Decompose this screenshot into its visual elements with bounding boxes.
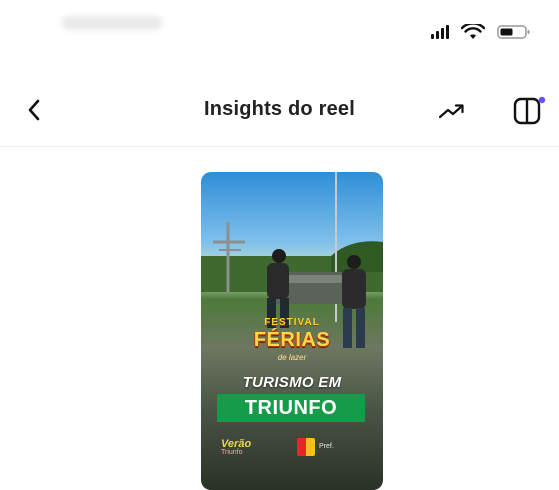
signal-icon: [431, 25, 449, 39]
trending-up-icon: [438, 104, 464, 119]
status-time-blurred: [62, 16, 162, 30]
reel-banner: TRIUNFO: [217, 394, 365, 422]
panel-toggle-icon: [513, 96, 546, 125]
wifi-icon: [461, 24, 485, 39]
logo-right-text: Pref.: [319, 443, 334, 450]
status-icons: [431, 24, 531, 40]
trend-button[interactable]: [432, 94, 472, 128]
city-emblem-icon: [297, 438, 315, 456]
festival-sub-text: de lazer: [277, 353, 307, 362]
page-title: Insights do reel: [203, 98, 355, 120]
festival-logo: FESTIVAL FÉRIAS de lazer: [201, 317, 383, 362]
header-bar: Insights do reel: [0, 80, 559, 140]
reel-banner-text: TRIUNFO: [244, 396, 338, 419]
logo-left-subtext: Triunfo: [221, 449, 243, 456]
header-divider: [0, 146, 559, 147]
logo-right: Pref.: [297, 438, 334, 456]
battery-icon: [497, 25, 530, 39]
panel-toggle-button[interactable]: [508, 92, 552, 130]
notification-dot: [538, 96, 546, 104]
sponsor-logos: Verão Triunfo Pref.: [201, 434, 383, 464]
logo-left: Verão Triunfo: [221, 438, 251, 456]
festival-main-text: FÉRIAS: [253, 329, 331, 351]
status-bar: [0, 0, 559, 60]
reel-title-line: TURISMO EM: [242, 374, 342, 391]
reel-thumbnail[interactable]: FESTIVAL FÉRIAS de lazer TURISMO EM TRIU…: [201, 172, 383, 490]
festival-top-text: FESTIVAL: [264, 317, 320, 328]
